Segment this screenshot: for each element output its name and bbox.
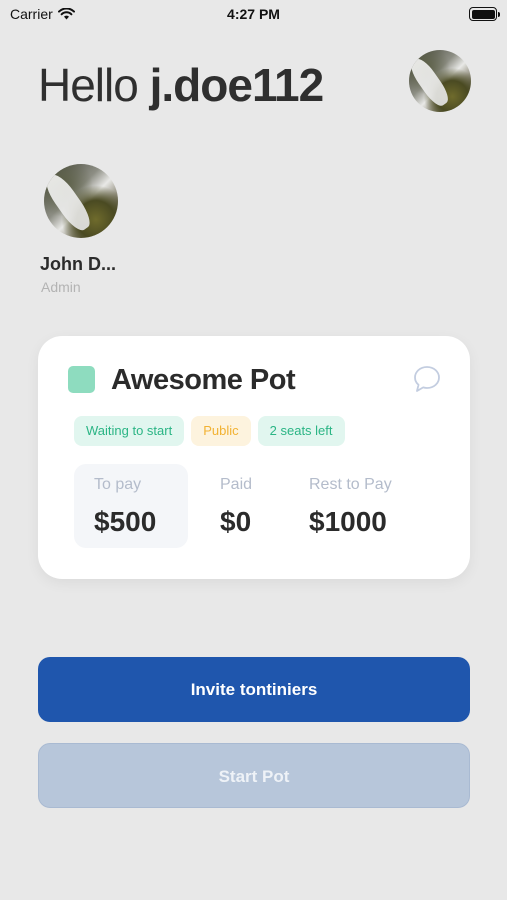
battery-fill (471, 9, 495, 19)
stat-paid[interactable]: Paid $0 (204, 464, 284, 548)
status-badge: Waiting to start (74, 416, 185, 446)
status-bar: Carrier 4:27 PM (0, 0, 507, 28)
stat-paid-label: Paid (220, 476, 253, 493)
clock: 4:27 PM (227, 6, 280, 22)
pot-color-swatch (68, 366, 95, 393)
start-pot-button[interactable]: Start Pot (38, 743, 470, 808)
stat-rest-value: $1000 (309, 506, 387, 537)
pot-card[interactable]: Awesome Pot Waiting to start Public 2 se… (38, 336, 470, 579)
pot-title: Awesome Pot (111, 364, 296, 396)
pot-badges: Waiting to start Public 2 seats left (74, 416, 345, 446)
pot-stats: To pay $500 Paid $0 Rest to Pay $1000 (74, 464, 444, 548)
profile-avatar[interactable] (409, 50, 471, 112)
battery-tip (498, 11, 500, 17)
invite-tontiniers-button[interactable]: Invite tontiniers (38, 657, 470, 722)
greeting-username: j.doe112 (149, 59, 325, 111)
stat-to-pay-value: $500 (94, 506, 157, 537)
stat-to-pay-label: To pay (94, 476, 142, 493)
battery-icon (469, 7, 500, 21)
chat-bubble-icon[interactable] (412, 364, 442, 394)
member-avatar[interactable] (44, 164, 118, 238)
visibility-badge: Public (191, 416, 251, 446)
member-role: Admin (41, 279, 81, 295)
stat-paid-value: $0 (220, 506, 252, 537)
greeting-word: Hello (38, 59, 139, 111)
seats-badge: 2 seats left (257, 416, 345, 446)
screen: Carrier 4:27 PM Hello j.doe112 John D...… (0, 0, 507, 900)
greeting-title: Hello j.doe112 (38, 58, 325, 112)
member-name: John D... (40, 254, 116, 274)
stat-to-pay[interactable]: To pay $500 (74, 464, 188, 548)
stat-rest-to-pay[interactable]: Rest to Pay $1000 (300, 464, 440, 548)
stat-rest-label: Rest to Pay (309, 476, 392, 493)
